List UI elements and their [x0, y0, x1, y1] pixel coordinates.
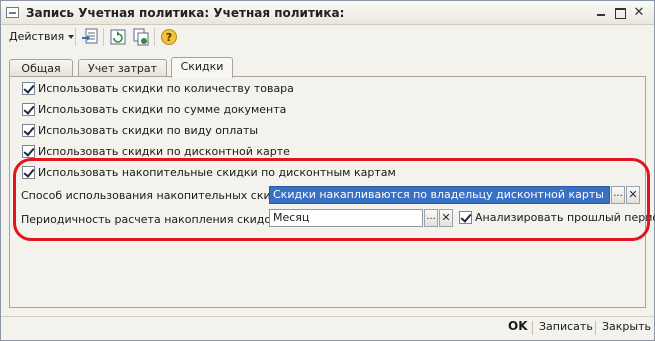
- minimize-icon[interactable]: [593, 6, 609, 20]
- checkbox[interactable]: [22, 166, 35, 179]
- svg-text:?: ?: [166, 31, 172, 44]
- toolbar: Действия ?: [1, 25, 654, 49]
- checkbox[interactable]: [22, 124, 35, 137]
- title-bar[interactable]: Запись Учетная политика: Учетная политик…: [1, 1, 654, 25]
- checkbox-label: Анализировать прошлый период: [475, 211, 655, 224]
- checkbox[interactable]: [459, 211, 472, 224]
- checkbox[interactable]: [22, 103, 35, 116]
- footer-bar: OK Записать Закрыть: [1, 316, 654, 340]
- accumulation-method-field[interactable]: Скидки накапливаются по владельцу дискон…: [269, 186, 610, 204]
- checkbox-label: Использовать скидки по количеству товара: [38, 82, 294, 95]
- footer-separator: [595, 321, 596, 335]
- post-document-icon[interactable]: [81, 28, 99, 46]
- accumulation-method-label: Способ использования накопительных скидо…: [21, 189, 296, 202]
- tab-discounts[interactable]: Скидки: [171, 57, 233, 78]
- checkbox-label: Использовать скидки по сумме документа: [38, 103, 287, 116]
- record-window: Запись Учетная политика: Учетная политик…: [0, 0, 655, 341]
- tab-general[interactable]: Общая: [9, 59, 73, 77]
- ok-button[interactable]: OK: [508, 319, 528, 333]
- checkbox[interactable]: [22, 82, 35, 95]
- close-button[interactable]: Закрыть: [602, 320, 651, 333]
- checkbox[interactable]: [22, 145, 35, 158]
- document-icon: [6, 7, 19, 18]
- clear-icon[interactable]: ✕: [439, 209, 453, 227]
- refresh-icon[interactable]: [109, 28, 127, 46]
- calculation-period-label: Периодичность расчета накопления скидок:: [21, 213, 282, 226]
- checkbox-label: Использовать накопительные скидки по дис…: [38, 166, 396, 179]
- window-title: Запись Учетная политика: Учетная политик…: [26, 6, 345, 20]
- chevron-down-icon: [68, 35, 75, 39]
- actions-menu[interactable]: Действия: [9, 30, 75, 43]
- save-button[interactable]: Записать: [539, 320, 593, 333]
- clear-icon[interactable]: ✕: [626, 186, 640, 204]
- tab-cost-accounting[interactable]: Учет затрат: [78, 59, 167, 77]
- toolbar-separator: [103, 28, 104, 46]
- checkbox-label: Использовать скидки по виду оплаты: [38, 124, 259, 137]
- maximize-icon[interactable]: [612, 6, 628, 20]
- checkbox-label: Использовать скидки по дисконтной карте: [38, 145, 290, 158]
- actions-menu-label: Действия: [9, 30, 65, 43]
- select-button[interactable]: ...: [611, 186, 625, 204]
- calculation-period-field[interactable]: Месяц: [269, 209, 423, 227]
- select-button[interactable]: ...: [424, 209, 438, 227]
- copy-icon[interactable]: [132, 28, 150, 46]
- help-icon[interactable]: ?: [160, 28, 178, 46]
- toolbar-separator: [154, 28, 155, 46]
- toolbar-separator: [75, 28, 76, 46]
- close-icon[interactable]: ✕: [631, 6, 647, 20]
- footer-separator: [532, 321, 533, 335]
